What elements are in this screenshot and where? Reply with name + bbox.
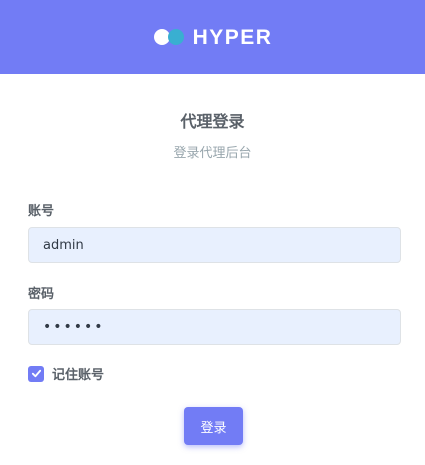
- header-bar: HYPER: [0, 0, 425, 74]
- brand-text: HYPER: [192, 25, 273, 49]
- checkmark-icon: [31, 369, 41, 378]
- brand-logo[interactable]: HYPER: [153, 27, 273, 48]
- page-title: 代理登录: [180, 112, 245, 131]
- remember-checkbox[interactable]: [28, 365, 44, 382]
- remember-account-option[interactable]: 记住账号: [28, 364, 104, 383]
- account-label: 账号: [28, 204, 55, 219]
- hyper-logo-icon: [153, 29, 184, 45]
- remember-label: 记住账号: [52, 368, 105, 383]
- login-button[interactable]: 登录: [184, 407, 243, 445]
- account-input[interactable]: [28, 227, 401, 263]
- password-input[interactable]: [28, 309, 401, 345]
- password-label: 密码: [28, 287, 55, 302]
- page-subtitle: 登录代理后台: [173, 146, 252, 161]
